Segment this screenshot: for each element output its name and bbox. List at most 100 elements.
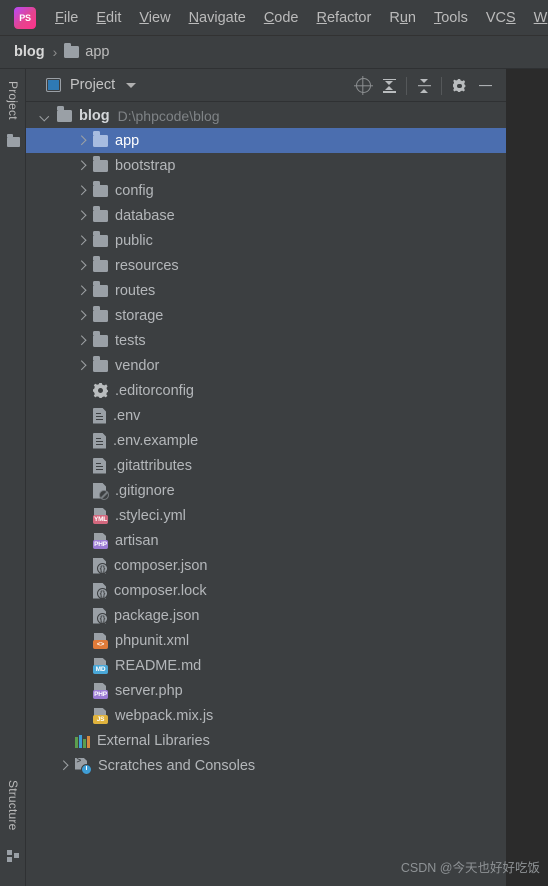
tree-row-label: package.json <box>114 607 200 624</box>
tree-row[interactable]: routes <box>26 278 506 303</box>
chevron-right-icon[interactable] <box>58 760 69 771</box>
md-file-icon: MD <box>93 657 108 674</box>
hide-icon[interactable] <box>472 73 498 99</box>
gear-glyph-icon <box>452 78 467 93</box>
chevron-right-icon[interactable] <box>76 135 87 146</box>
menu-item-refactor[interactable]: Refactor <box>308 0 381 36</box>
chevron-right-icon[interactable] <box>76 360 87 371</box>
tree-arrow-placeholder <box>76 585 87 596</box>
chevron-right-icon[interactable] <box>76 160 87 171</box>
tree-row[interactable]: MD README.md <box>26 653 506 678</box>
tree-row[interactable]: storage <box>26 303 506 328</box>
tree-row[interactable]: .gitattributes <box>26 453 506 478</box>
project-panel-header: Project <box>26 69 506 102</box>
tool-window-button-structure[interactable]: Structure <box>0 769 26 841</box>
expand-all-icon[interactable] <box>376 73 402 99</box>
tree-row-label: README.md <box>115 657 202 674</box>
menu-item-code[interactable]: Code <box>255 0 308 36</box>
locate-icon[interactable] <box>350 73 376 99</box>
chevron-right-icon[interactable] <box>76 210 87 221</box>
folder-icon <box>6 134 20 147</box>
tree-row-label: .gitattributes <box>113 457 192 474</box>
menu-item-run[interactable]: Run <box>380 0 425 36</box>
php-file-icon: PHP <box>93 532 108 549</box>
menu-item-edit[interactable]: Edit <box>87 0 130 36</box>
tree-row[interactable]: vendor <box>26 353 506 378</box>
tree-row[interactable]: .gitignore <box>26 478 506 503</box>
structure-icon[interactable] <box>0 845 26 867</box>
tree-arrow-placeholder <box>76 660 87 671</box>
tree-row[interactable]: JS webpack.mix.js <box>26 703 506 728</box>
project-file-tree[interactable]: blog D:\phpcode\blog app bootstrap config dat… <box>26 103 506 886</box>
tree-row[interactable]: .env.example <box>26 428 506 453</box>
chevron-down-icon[interactable] <box>40 110 51 121</box>
watermark-text: CSDN @今天也好好吃饭 <box>400 861 540 875</box>
tree-row[interactable]: .env <box>26 403 506 428</box>
menu-item-file[interactable]: File <box>46 0 87 36</box>
folder-icon <box>93 331 108 347</box>
tree-row[interactable]: database <box>26 203 506 228</box>
tree-row[interactable]: config <box>26 178 506 203</box>
file-icon <box>93 457 106 474</box>
tree-row[interactable]: PHP artisan <box>26 528 506 553</box>
tree-row-label: config <box>115 182 154 199</box>
menu-item-tools[interactable]: Tools <box>425 0 477 36</box>
tree-row[interactable]: .editorconfig <box>26 378 506 403</box>
tool-window-button-bookmarks[interactable]: rks <box>0 871 26 886</box>
project-panel-title: Project <box>70 77 116 93</box>
breadcrumb-current[interactable]: app <box>85 44 109 60</box>
project-path: D:\phpcode\blog <box>117 107 220 124</box>
tree-row-label: resources <box>115 257 179 274</box>
tree-row[interactable]: <> phpunit.xml <box>26 628 506 653</box>
tree-row[interactable]: public <box>26 228 506 253</box>
tree-row-label: composer.json <box>114 557 208 574</box>
tree-arrow-placeholder <box>76 710 87 721</box>
tool-window-icon-favorites[interactable] <box>0 131 26 153</box>
file-icon <box>93 432 106 449</box>
minus-glyph-icon <box>478 78 493 93</box>
project-tool-window: Project blog D:\phpcode\blog app bootstrap c… <box>26 69 506 886</box>
tree-row-root[interactable]: blog D:\phpcode\blog <box>26 103 506 128</box>
tree-row[interactable]: app <box>26 128 506 153</box>
structure-glyph-icon <box>7 850 19 862</box>
menu-item-view[interactable]: View <box>130 0 179 36</box>
tool-window-button-project[interactable]: Project <box>0 71 26 129</box>
tree-arrow-placeholder <box>76 635 87 646</box>
collapse-all-icon[interactable] <box>411 73 437 99</box>
tree-arrow-placeholder <box>76 560 87 571</box>
folder-icon <box>93 256 108 272</box>
tree-row-label: server.php <box>115 682 183 699</box>
chevron-right-icon[interactable] <box>76 335 87 346</box>
chevron-right-icon[interactable] <box>76 260 87 271</box>
tree-row[interactable]: {} package.json <box>26 603 506 628</box>
tree-row[interactable]: bootstrap <box>26 153 506 178</box>
chevron-right-icon[interactable] <box>76 185 87 196</box>
chevron-right-icon[interactable] <box>76 235 87 246</box>
menu-item-w[interactable]: W <box>525 0 548 36</box>
tree-row[interactable]: tests <box>26 328 506 353</box>
tree-arrow-placeholder <box>76 510 87 521</box>
breadcrumb-separator-icon: › <box>52 44 58 60</box>
breadcrumb-root[interactable]: blog <box>14 44 45 60</box>
tree-row[interactable]: resources <box>26 253 506 278</box>
tree-row[interactable]: PHP server.php <box>26 678 506 703</box>
tree-row[interactable]: YML .styleci.yml <box>26 503 506 528</box>
target-glyph-icon <box>355 78 371 93</box>
menu-item-navigate[interactable]: Navigate <box>180 0 255 36</box>
tree-row-label: vendor <box>115 357 160 374</box>
folder-icon <box>93 231 108 247</box>
folder-icon <box>93 356 108 372</box>
tree-row[interactable]: {} composer.lock <box>26 578 506 603</box>
chevron-right-icon[interactable] <box>76 285 87 296</box>
tree-row-label: artisan <box>115 532 159 549</box>
chevron-right-icon[interactable] <box>76 310 87 321</box>
external-libraries-icon <box>75 734 90 748</box>
menu-item-vcs[interactable]: VCS <box>477 0 525 36</box>
chevron-down-icon[interactable] <box>126 82 137 88</box>
tree-row[interactable]: {} composer.json <box>26 553 506 578</box>
tree-row[interactable]: External Libraries <box>26 728 506 753</box>
settings-icon[interactable] <box>446 73 472 99</box>
tree-row-label: webpack.mix.js <box>115 707 214 724</box>
tree-row[interactable]: Scratches and Consoles <box>26 753 506 778</box>
folder-icon <box>64 42 80 58</box>
